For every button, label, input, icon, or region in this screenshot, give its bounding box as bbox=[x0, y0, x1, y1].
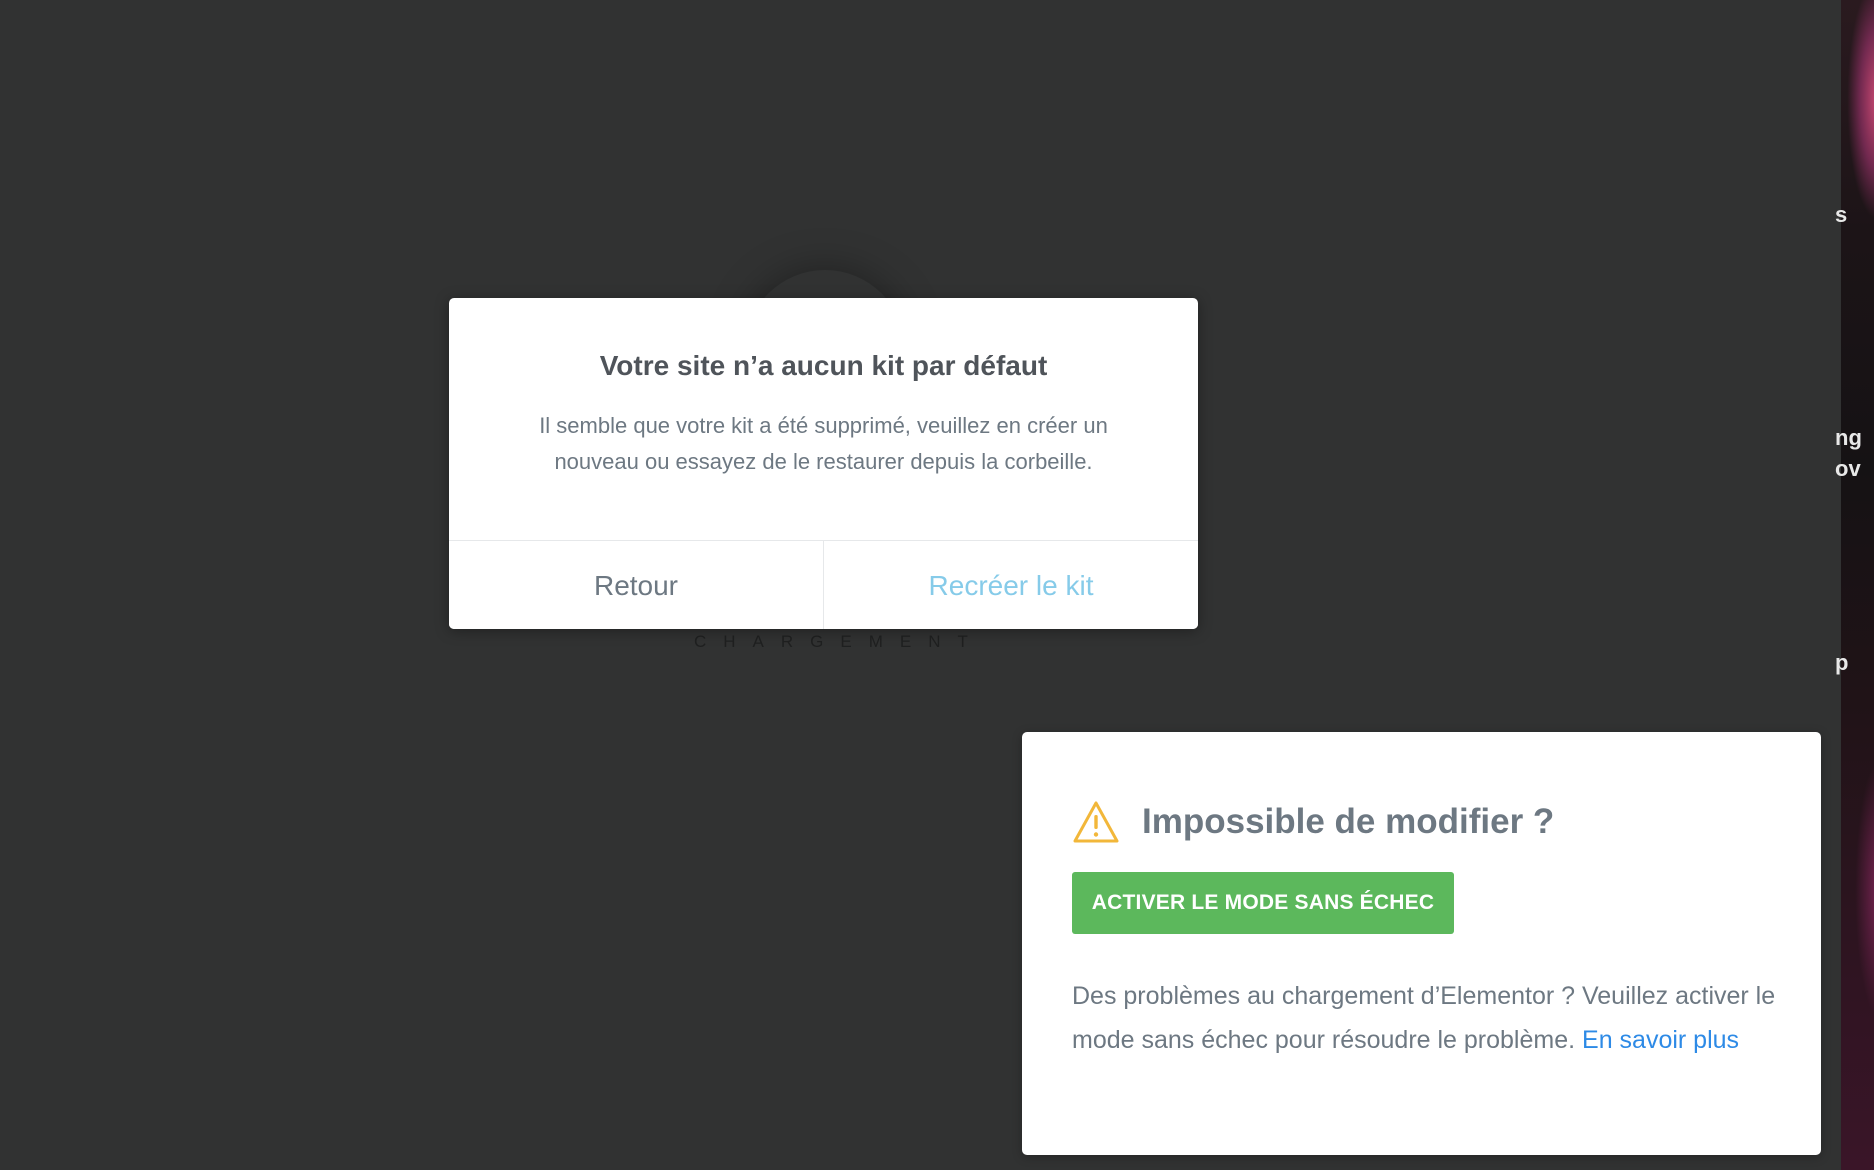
safe-mode-title: Impossible de modifier ? bbox=[1142, 802, 1555, 841]
recreate-kit-button[interactable]: Recréer le kit bbox=[824, 541, 1198, 629]
safe-mode-card: Impossible de modifier ? ACTIVER LE MODE… bbox=[1022, 732, 1821, 1155]
no-default-kit-dialog: Votre site n’a aucun kit par défaut Il s… bbox=[449, 298, 1198, 629]
dialog-button-bar: Retour Recréer le kit bbox=[449, 540, 1198, 629]
loading-text: CHARGEMENT bbox=[694, 632, 985, 651]
warning-triangle-icon bbox=[1073, 801, 1119, 843]
dialog-title: Votre site n’a aucun kit par défaut bbox=[599, 350, 1048, 381]
wallpaper-glow bbox=[1847, 0, 1874, 220]
side-text-fragment: s bbox=[1835, 202, 1848, 227]
side-text-fragment: ov bbox=[1835, 456, 1861, 481]
wallpaper-glow-lower bbox=[1855, 760, 1874, 1020]
safe-mode-header: Impossible de modifier ? bbox=[1072, 800, 1554, 844]
side-text-fragment: p bbox=[1835, 650, 1849, 675]
back-button[interactable]: Retour bbox=[449, 541, 824, 629]
learn-more-link[interactable]: En savoir plus bbox=[1582, 1026, 1739, 1054]
enable-safe-mode-button[interactable]: ACTIVER LE MODE SANS ÉCHEC bbox=[1072, 872, 1454, 934]
safe-mode-description: Des problèmes au chargement d’Elementor … bbox=[1072, 974, 1782, 1062]
side-text-fragment: ng bbox=[1835, 425, 1862, 450]
dialog-message: Il semble que votre kit a été supprimé, … bbox=[539, 413, 1108, 474]
desktop-background-strip bbox=[1841, 0, 1874, 1170]
